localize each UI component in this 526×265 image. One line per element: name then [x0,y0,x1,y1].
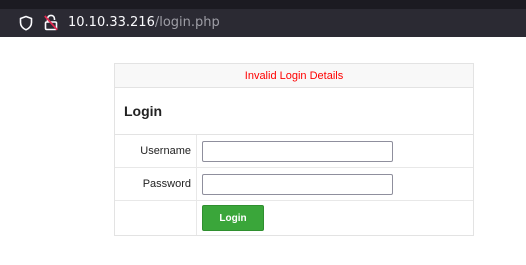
password-label: Password [115,168,197,200]
submit-label-spacer [115,201,197,235]
error-message: Invalid Login Details [115,64,473,88]
password-cell [197,168,473,200]
username-input[interactable] [202,140,393,162]
password-input[interactable] [202,173,393,195]
username-cell [197,135,473,167]
submit-cell: Login [197,201,473,235]
username-label: Username [115,135,197,167]
login-button[interactable]: Login [202,205,264,231]
password-row: Password [115,168,473,201]
url-host: 10.10.33.216 [68,15,155,30]
url-text[interactable]: 10.10.33.216/login.php [68,15,220,31]
browser-tab-strip [0,0,526,9]
username-row: Username [115,135,473,168]
shield-icon[interactable] [18,15,34,31]
address-bar[interactable]: 10.10.33.216/login.php [0,9,526,37]
login-heading: Login [115,88,473,135]
url-path: /login.php [154,15,220,30]
login-panel: Invalid Login Details Login Username Pas… [114,63,474,236]
insecure-lock-icon[interactable] [44,14,58,31]
submit-row: Login [115,201,473,235]
